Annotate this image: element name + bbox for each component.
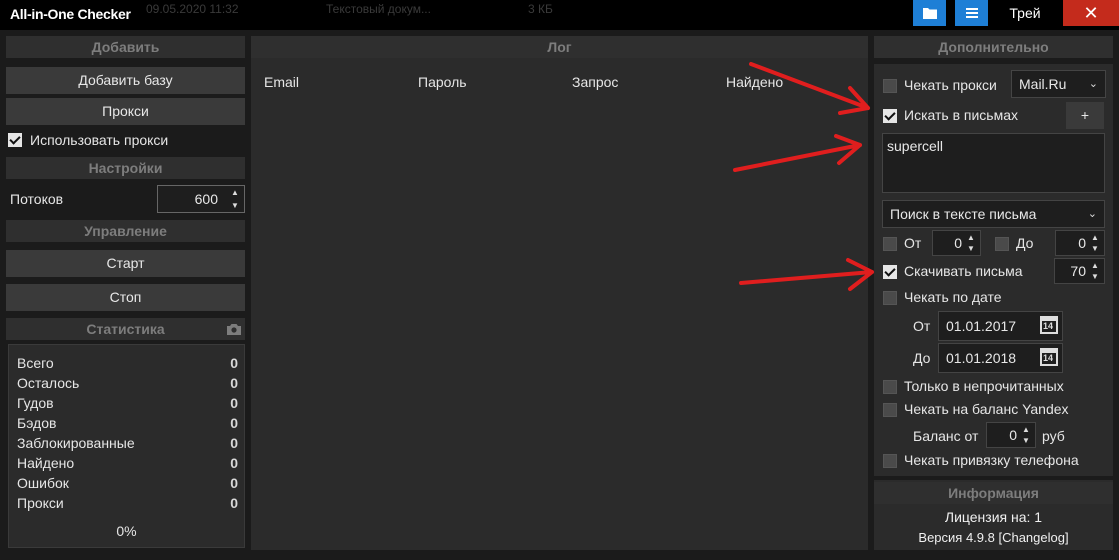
arrow-search-in-mail: [749, 62, 870, 115]
arrow-download-mail: [739, 258, 874, 291]
annotation-arrows: [733, 62, 874, 291]
arrow-search-text: [733, 134, 862, 172]
